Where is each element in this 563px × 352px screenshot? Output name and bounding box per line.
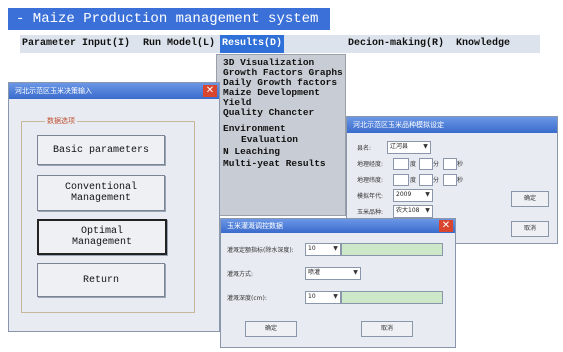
menu-decision-making[interactable]: Decion-making(R) (348, 35, 444, 53)
close-icon[interactable]: ✕ (439, 220, 453, 232)
parameter-window-titlebar: 河北示范区玉米决策输入 ✕ (9, 83, 219, 99)
menu-item-multi-year-results[interactable]: Multi-yeat Results (223, 159, 326, 169)
variety-select-value: 农大108 (396, 207, 420, 214)
variety-select[interactable]: 农大108 ▼ (393, 205, 433, 218)
year-select-value: 2009 (396, 191, 412, 198)
menu-item-environment[interactable]: Environment (223, 124, 286, 134)
chevron-down-icon: ▼ (425, 207, 430, 214)
irrigation-ok-button[interactable]: 确定 (245, 321, 297, 337)
latitude-sec-field[interactable] (443, 174, 457, 186)
irrigation-window: 玉米灌溉调控数据 ✕ 灌溉定额指标(除水深度): 10 ▼ 灌溉方式: 喷灌 ▼… (220, 218, 456, 348)
irrigation-depth-label: 灌溉深度(cm): (227, 295, 267, 302)
optimal-management-button[interactable]: Optimal Management (37, 219, 167, 255)
irrigation-depth-select[interactable]: 10 ▼ (305, 291, 341, 304)
irrigation-mode-value: 喷灌 (308, 269, 321, 276)
irrigation-depth-field[interactable] (341, 291, 443, 304)
irrigation-quota-value: 10 (308, 245, 316, 252)
data-options-group-label: 数据选项 (45, 116, 77, 126)
conventional-management-button[interactable]: Conventional Management (37, 175, 165, 211)
sec-unit-2: 秒 (457, 177, 464, 184)
menu-item-n-leaching[interactable]: N Leaching (223, 147, 280, 157)
menu-knowledge[interactable]: Knowledge (456, 35, 510, 53)
min-unit: 分 (433, 161, 440, 168)
return-button[interactable]: Return (37, 263, 165, 297)
longitude-min-field[interactable] (419, 158, 433, 170)
menu-results[interactable]: Results(D) (220, 35, 285, 53)
variety-label: 玉米品种: (357, 209, 384, 216)
menu-item-quality-character[interactable]: Quality Chancter (223, 108, 314, 118)
county-select-value: 辽河县 (390, 143, 409, 150)
irrigation-quota-select[interactable]: 10 ▼ (305, 243, 341, 256)
irrigation-title: 玉米灌溉调控数据 (227, 222, 283, 230)
latitude-min-field[interactable] (419, 174, 433, 186)
site-settings-title: 河北示范区玉米品种模拟设定 (353, 121, 444, 129)
chevron-down-icon: ▼ (353, 269, 358, 276)
chevron-down-icon: ▼ (333, 245, 338, 252)
longitude-deg-field[interactable] (393, 158, 409, 170)
menu-bar: Parameter Input(I) Run Model(L) Results(… (20, 35, 540, 53)
menu-run-model[interactable]: Run Model(L) (143, 35, 215, 53)
app-title: - Maize Production management system (16, 11, 319, 27)
irrigation-cancel-button[interactable]: 取消 (361, 321, 413, 337)
chevron-down-icon: ▼ (333, 293, 338, 300)
sec-unit: 秒 (457, 161, 464, 168)
irrigation-quota-field[interactable] (341, 243, 443, 256)
irrigation-mode-label: 灌溉方式: (227, 271, 254, 278)
menu-item-evaluation[interactable]: Evaluation (241, 135, 298, 145)
irrigation-mode-select[interactable]: 喷灌 ▼ (305, 267, 361, 280)
latitude-label: 地理纬度: (357, 177, 384, 184)
site-settings-titlebar: 河北示范区玉米品种模拟设定 (347, 117, 557, 133)
chevron-down-icon: ▼ (425, 191, 430, 198)
min-unit-2: 分 (433, 177, 440, 184)
irrigation-titlebar: 玉米灌溉调控数据 ✕ (221, 219, 455, 233)
chevron-down-icon: ▼ (423, 143, 428, 150)
county-label: 县名: (357, 145, 372, 152)
close-icon[interactable]: ✕ (203, 85, 217, 97)
latitude-deg-field[interactable] (393, 174, 409, 186)
deg-unit: 度 (410, 161, 417, 168)
site-cancel-button[interactable]: 取消 (511, 221, 549, 237)
site-ok-button[interactable]: 确定 (511, 191, 549, 207)
parameter-window: 河北示范区玉米决策输入 ✕ 数据选项 Basic parameters Conv… (8, 82, 220, 332)
year-label: 模拟年代: (357, 193, 384, 200)
deg-unit-2: 度 (410, 177, 417, 184)
app-title-bar: - Maize Production management system (8, 8, 330, 30)
year-select[interactable]: 2009 ▼ (393, 189, 433, 202)
irrigation-depth-value: 10 (308, 293, 316, 300)
irrigation-quota-label: 灌溉定额指标(除水深度): (227, 247, 294, 254)
results-dropdown-menu: 3D Visualization Growth Factors Graphs D… (216, 54, 346, 216)
parameter-window-title: 河北示范区玉米决策输入 (15, 87, 92, 95)
basic-parameters-button[interactable]: Basic parameters (37, 135, 165, 165)
longitude-label: 地理经度: (357, 161, 384, 168)
longitude-sec-field[interactable] (443, 158, 457, 170)
county-select[interactable]: 辽河县 ▼ (387, 141, 431, 154)
menu-parameter-input[interactable]: Parameter Input(I) (22, 35, 130, 53)
